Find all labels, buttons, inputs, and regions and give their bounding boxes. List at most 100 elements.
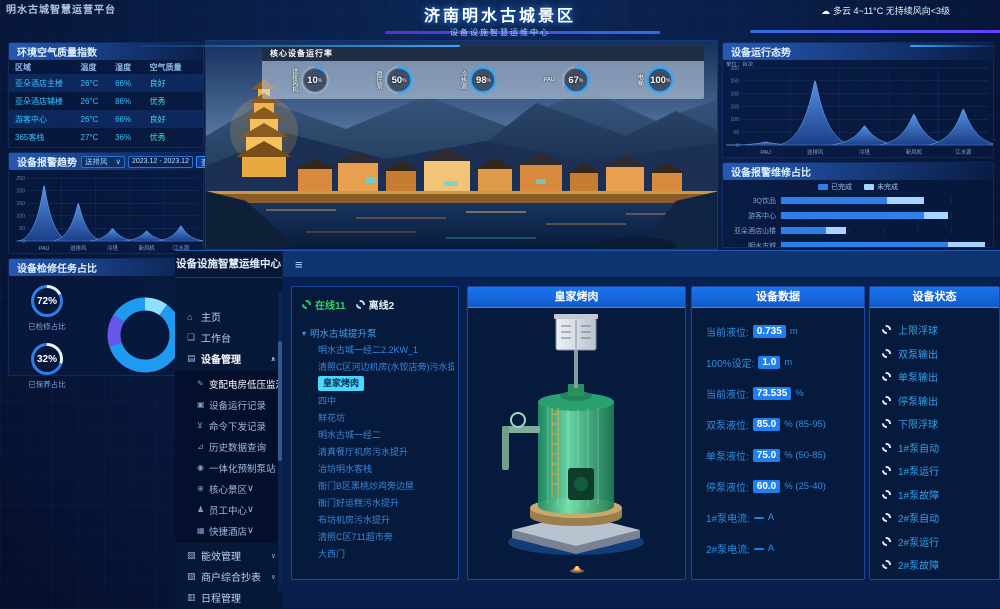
repair-bar-label: 游客中心 [725,211,781,221]
sidebar-item-商户综合抄表[interactable]: ▨商户综合抄表∨ [175,566,282,587]
data-field: 1#泵电流:A [706,502,864,533]
tree-item[interactable]: 衙门好运糕污水提升 [302,495,454,512]
air-table-row: 亚朵酒店主楼26°C66%良好 [9,74,203,92]
svg-text:PAU: PAU [39,246,50,252]
gauge-label: 冷热源 [459,71,465,89]
svg-text:0: 0 [736,143,739,149]
tree-item[interactable]: 清真餐厅机房污水提升 [302,444,454,461]
tree-item[interactable]: 明水古城一经二2.2KW_1 [302,342,454,359]
sidebar-item-日程管理[interactable]: ▥日程管理 [175,587,282,608]
sidebar-item-能效管理[interactable]: ▧能效管理∨ [175,545,282,566]
air-table: 亚朵酒店主楼26°C66%良好亚朵酒店辅楼26°C86%优秀游客中心26°C66… [9,74,203,146]
data-field-unit: % [795,388,803,399]
device-tree-panel: 在线11 离线2 ▾ 明水古城提升泵 明水古城一经二2.2KW_1清照C区河边机… [291,286,459,580]
air-table-row: 365客栈27°C36%优秀 [9,128,203,146]
indicator-icon [882,396,891,405]
date-range-picker[interactable]: 2023.12-2023.12 [128,156,193,168]
device-status-title: 设备状态 [870,287,999,308]
air-cell: 亚朵酒店主楼 [15,78,81,89]
status-label: 2#泵故障 [898,557,939,572]
pump-panel-title: 皇家烤肉 [468,287,685,308]
svg-text:50: 50 [733,130,739,136]
svg-text:单位：台次: 单位：台次 [726,60,754,68]
status-item: 2#泵故障 [882,553,999,577]
sidebar-subitem-员工中心[interactable]: ♟员工中心∨ [175,499,282,520]
device-gauge: PAU67% [544,65,591,95]
legend-swatch [864,184,874,190]
svg-text:200: 200 [730,91,739,97]
offline-count: 离线2 [369,297,395,312]
bar-todo [826,227,846,234]
sidebar-subitem-一体化预制泵站[interactable]: ◉一体化预制泵站 [175,457,282,478]
sidebar: 设备设施智慧运维中心 ⌂主页❏工作台▤设备管理∧✎变配电房低压监测▣设备运行记录… [175,251,283,609]
tree-item[interactable]: 衙门B区黑桃炒鸡旁边屋 [302,478,454,495]
sidebar-subitem-核心景区[interactable]: ⊕核心景区∨ [175,478,282,499]
status-label: 单泵输出 [898,369,938,384]
device-data-fields: 当前液位:0.735m100%设定:1.0m当前液位:73.535%双泵液位:8… [692,308,864,564]
tree-item-selected[interactable]: 皇家烤肉 [318,376,364,391]
main-content: 在线11 离线2 ▾ 明水古城提升泵 明水古城一经二2.2KW_1清照C区河边机… [283,278,1000,609]
sidebar-item-设备管理[interactable]: ▤设备管理∧ [175,348,282,369]
gauge-ring: 98% [468,65,498,95]
data-field-value: 85.0 [753,418,780,431]
tree-item[interactable]: 大西门 [302,546,454,563]
air-cell: 66% [115,79,150,88]
data-field-unit: m [784,357,792,368]
sidebar-subitem-历史数据查询[interactable]: ⊿历史数据查询 [175,436,282,457]
task-stat-label: 已检修占比 [25,321,69,332]
sidebar-subitem-命令下发记录[interactable]: ⊻命令下发记录 [175,415,282,436]
legend-item: 已完成 [818,182,852,192]
chevron-down-icon: ∨ [271,552,276,560]
page-title: 济南明水古城景区 [424,2,576,26]
indicator-icon [882,560,891,569]
tree-item[interactable]: 鲜花坊 [302,410,454,427]
data-field-value: 0.735 [753,325,786,338]
data-field: 当前液位:0.735m [706,316,864,347]
tree-item[interactable]: 冶坊明水客栈 [302,461,454,478]
data-field-value [754,517,764,519]
device-type-select[interactable]: 送排风∨ [81,156,125,168]
tree-item[interactable]: 四中 [302,393,454,410]
gauge-label: 送排风机 [291,68,297,92]
data-field-label: 双泵液位: [706,417,749,432]
sidebar-menu: ⌂主页❏工作台▤设备管理∧ ✎变配电房低压监测▣设备运行记录⊻命令下发记录⊿历史数… [175,278,282,609]
sidebar-item-主页[interactable]: ⌂主页 [175,306,282,327]
sidebar-subitem-设备运行记录[interactable]: ▣设备运行记录 [175,394,282,415]
task-stat-label: 已保养占比 [25,379,69,390]
tree-item[interactable]: 清照C区河边机房(水饺店旁)污水提升 [302,359,454,376]
header-decor-line-right2 [910,45,1000,47]
air-cell: 66% [115,115,150,124]
menu-collapse-icon[interactable]: ≡ [295,257,303,272]
repair-bars: 3Q饮品游客中心亚朵酒店山楼明水古城 [723,193,993,248]
scrollbar-thumb[interactable] [278,341,282,461]
sidebar-scrollbar[interactable] [278,291,282,591]
caret-down-icon: ▾ [302,329,306,338]
menu-label: 能效管理 [201,548,271,563]
tree-item[interactable]: 明水古城一经二 [302,427,454,444]
indicator-icon [882,490,891,499]
air-cell: 365客栈 [15,132,81,143]
task-stats: 72%已检修占比32%已保养占比 [25,284,69,390]
status-label: 2#泵运行 [898,534,939,549]
page-subtitle: 设备设施智慧运维中心 [424,27,576,38]
gauge-row: 送排风机10%稳压泵50%冷热源98%PAU67%电梯100% [262,61,704,99]
indicator-icon [882,325,891,334]
data-field-unit: % (85-95) [784,419,826,430]
tree-root[interactable]: ▾ 明水古城提升泵 [302,324,454,342]
pump-3d-art [468,308,685,570]
air-cell: 良好 [150,78,197,89]
sidebar-subitem-快捷酒店[interactable]: ▦快捷酒店∨ [175,520,282,541]
status-item: 1#泵自动 [882,436,999,460]
tree-item[interactable]: 清照C区711超市旁 [302,529,454,546]
tree-item[interactable]: 布坊机房污水提升 [302,512,454,529]
sidebar-item-工作台[interactable]: ❏工作台 [175,327,282,348]
status-label: 1#泵运行 [898,463,939,478]
status-label: 1#泵自动 [898,440,939,455]
sidebar-subitem-变配电房低压监测[interactable]: ✎变配电房低压监测 [175,373,282,394]
air-table-header: 区域温度湿度空气质量 [9,60,203,74]
ops-application: 设备设施智慧运维中心 ⌂主页❏工作台▤设备管理∧✎变配电房低压监测▣设备运行记录… [175,250,1000,609]
indicator-icon [882,419,891,428]
air-cell: 26°C [81,79,116,88]
data-field-label: 2#泵电流: [706,541,750,556]
data-field-value: 1.0 [758,356,780,369]
